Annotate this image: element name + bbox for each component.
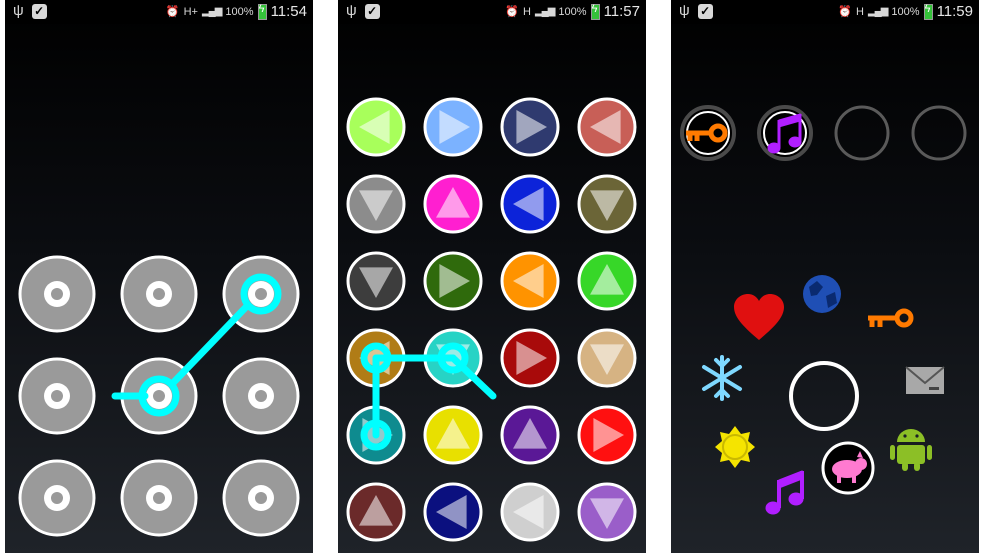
color-tile[interactable] [577,482,637,542]
color-tile[interactable] [346,97,406,157]
color-tile[interactable] [500,405,560,465]
color-tile[interactable] [577,174,637,234]
color-tile[interactable] [346,174,406,234]
key-icon[interactable] [868,308,914,328]
color-tile[interactable] [500,482,560,542]
color-tile[interactable] [500,97,560,157]
pattern-dot[interactable] [120,459,198,537]
slot-filled [680,105,736,161]
color-tile[interactable] [423,482,483,542]
pattern-dot[interactable] [120,255,198,333]
snowflake-icon[interactable] [702,355,742,401]
color-tile[interactable] [577,251,637,311]
android-icon[interactable] [890,429,932,471]
pattern-dot[interactable] [18,357,96,435]
color-tile[interactable] [577,328,637,388]
sun-icon[interactable] [715,426,755,468]
color-tile[interactable] [577,97,637,157]
color-tile[interactable] [423,405,483,465]
music-note-icon[interactable] [765,470,804,515]
pig-selected[interactable] [821,441,875,495]
color-tile[interactable] [423,174,483,234]
color-tile[interactable] [577,405,637,465]
pattern-dot[interactable] [222,459,300,537]
color-tile[interactable] [500,251,560,311]
color-tile[interactable] [500,174,560,234]
phone-screen-colors: ψ✓ ⏰ H ▂▄▆ 100% 11:57 [338,0,646,553]
color-tile[interactable] [346,251,406,311]
color-tile[interactable] [500,328,560,388]
color-tile[interactable] [346,482,406,542]
color-tile-grid[interactable] [338,0,646,553]
pattern-dot[interactable] [222,357,300,435]
color-tile[interactable] [423,97,483,157]
pattern-grid[interactable] [5,0,313,553]
pattern-dot[interactable] [18,255,96,333]
heart-icon[interactable] [734,294,784,340]
icon-lock-area[interactable] [671,0,979,553]
slot-filled [757,105,813,161]
globe-icon[interactable] [803,275,841,313]
pattern-dot[interactable] [18,459,96,537]
slot-empty [911,105,967,161]
center-ring[interactable] [789,361,859,431]
color-tile[interactable] [423,251,483,311]
slot-empty [834,105,890,161]
phone-screen-pattern: ψ✓ ⏰ H+ ▂▄▆ 100% 11:54 [5,0,313,553]
envelope-icon[interactable] [905,366,945,394]
phone-screen-icons: ψ✓ ⏰ H ▂▄▆ 100% 11:59 [671,0,979,553]
